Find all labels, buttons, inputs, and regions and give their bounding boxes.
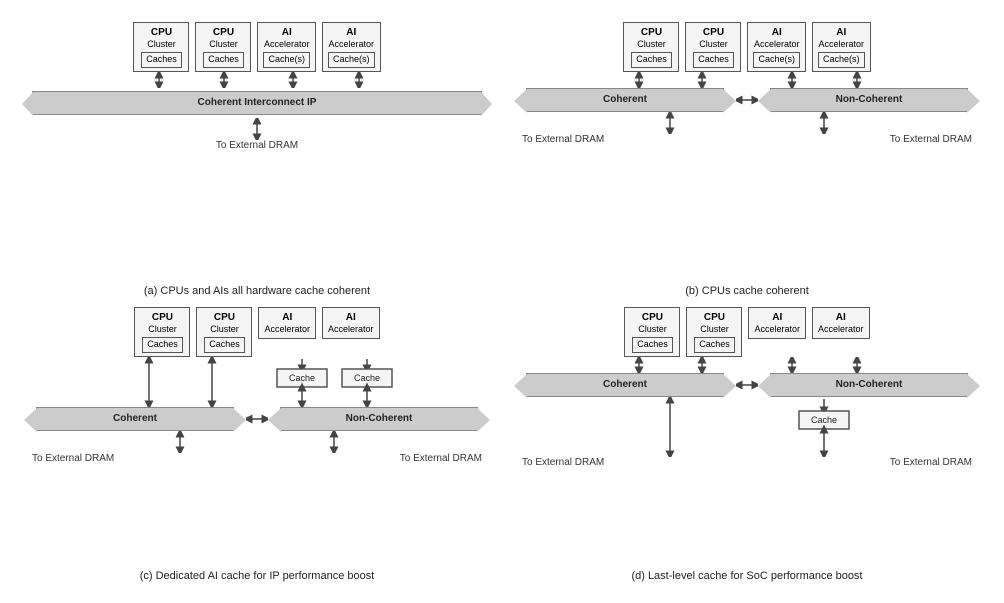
ai-acc-1a: AI Accelerator Cache(s): [257, 22, 316, 72]
arrows-dram-c: [112, 431, 402, 453]
cpu-cluster-1c: CPU Cluster Caches: [134, 307, 190, 357]
ai-acc-1c: AI Accelerator: [258, 307, 316, 340]
cpu-cluster-1d: CPU Cluster Caches: [624, 307, 680, 357]
ai-acc-2b: AI Accelerator Cache(s): [812, 22, 871, 72]
main-container: CPU Cluster Caches CPU Cluster Caches AI…: [12, 12, 992, 592]
ai-acc-1d: AI Accelerator: [748, 307, 806, 340]
dram-right-d: To External DRAM: [890, 457, 972, 468]
coherent-banner-d: Coherent: [526, 373, 724, 397]
dram-row-b: To External DRAM To External DRAM: [512, 134, 982, 145]
node-row-b: CPU Cluster Caches CPU Cluster Caches AI…: [623, 22, 870, 72]
caption-c: (c) Dedicated AI cache for IP performanc…: [140, 570, 375, 582]
coherent-interconnect-banner-a: Coherent Interconnect IP: [32, 91, 482, 115]
diagram-d: CPU Cluster Caches CPU Cluster Caches AI…: [512, 307, 982, 582]
two-banners-b: Coherent Non-Cohe: [512, 88, 982, 112]
ai-acc-2c: AI Accelerator: [322, 307, 380, 340]
noncoherent-banner-c: Non-Coherent: [280, 407, 478, 431]
node-row-c: CPU Cluster Caches CPU Cluster Caches AI…: [134, 307, 379, 357]
ai-acc-1b: AI Accelerator Cache(s): [747, 22, 806, 72]
node-row-a: CPU Cluster Caches CPU Cluster Caches AI…: [133, 22, 380, 72]
diagram-c: CPU Cluster Caches CPU Cluster Caches AI…: [22, 307, 492, 582]
arrows-mid-c: Cache Cache: [112, 357, 402, 407]
cpu-cluster-2c: CPU Cluster Caches: [196, 307, 252, 357]
cpu-cluster-2d: CPU Cluster Caches: [686, 307, 742, 357]
arrows-dram-b: [602, 112, 892, 134]
coherent-banner-c: Coherent: [36, 407, 234, 431]
caption-d: (d) Last-level cache for SoC performance…: [631, 570, 862, 582]
coherent-banner-b: Coherent: [526, 88, 724, 112]
arrows-down-d: [602, 357, 892, 373]
h-arrow-b: [736, 88, 758, 112]
svg-text:Cache: Cache: [354, 373, 380, 383]
two-banners-d: Coherent Non-Cohe: [512, 373, 982, 397]
dram-row-c: To External DRAM To External DRAM: [22, 453, 492, 464]
two-banners-c: Coherent Non-Cohe: [22, 407, 492, 431]
cpu-cluster-1b: CPU Cluster Caches: [623, 22, 679, 72]
cpu-cluster-2b: CPU Cluster Caches: [685, 22, 741, 72]
dram-row-d: To External DRAM To External DRAM: [512, 457, 982, 468]
dram-left-d: To External DRAM: [522, 457, 604, 468]
ai-acc-2d: AI Accelerator: [812, 307, 870, 340]
cpu-cluster-2a: CPU Cluster Caches: [195, 22, 251, 72]
arrows-llc-d: Cache: [602, 397, 892, 457]
cpu-cluster-1a: CPU Cluster Caches: [133, 22, 189, 72]
node-row-d: CPU Cluster Caches CPU Cluster Caches AI…: [624, 307, 869, 357]
caption-b: (b) CPUs cache coherent: [685, 285, 809, 297]
caption-a: (a) CPUs and AIs all hardware cache cohe…: [144, 285, 370, 297]
h-arrow-d: [736, 373, 758, 397]
arrows-down-b: [602, 72, 892, 88]
noncoherent-banner-d: Non-Coherent: [770, 373, 968, 397]
dram-right-b: To External DRAM: [890, 134, 972, 145]
dram-left-b: To External DRAM: [522, 134, 604, 145]
dram-label-a: To External DRAM: [216, 140, 298, 151]
arrow-dram-a: [127, 118, 387, 140]
dram-left-c: To External DRAM: [32, 453, 114, 464]
svg-text:Cache: Cache: [289, 373, 315, 383]
diagram-a: CPU Cluster Caches CPU Cluster Caches AI…: [22, 22, 492, 297]
svg-text:Cache: Cache: [811, 415, 837, 425]
ai-acc-2a: AI Accelerator Cache(s): [322, 22, 381, 72]
h-arrow-c: [246, 407, 268, 431]
diagram-b: CPU Cluster Caches CPU Cluster Caches AI…: [512, 22, 982, 297]
arrows-down-a: [127, 72, 387, 88]
dram-right-c: To External DRAM: [400, 453, 482, 464]
noncoherent-banner-b: Non-Coherent: [770, 88, 968, 112]
